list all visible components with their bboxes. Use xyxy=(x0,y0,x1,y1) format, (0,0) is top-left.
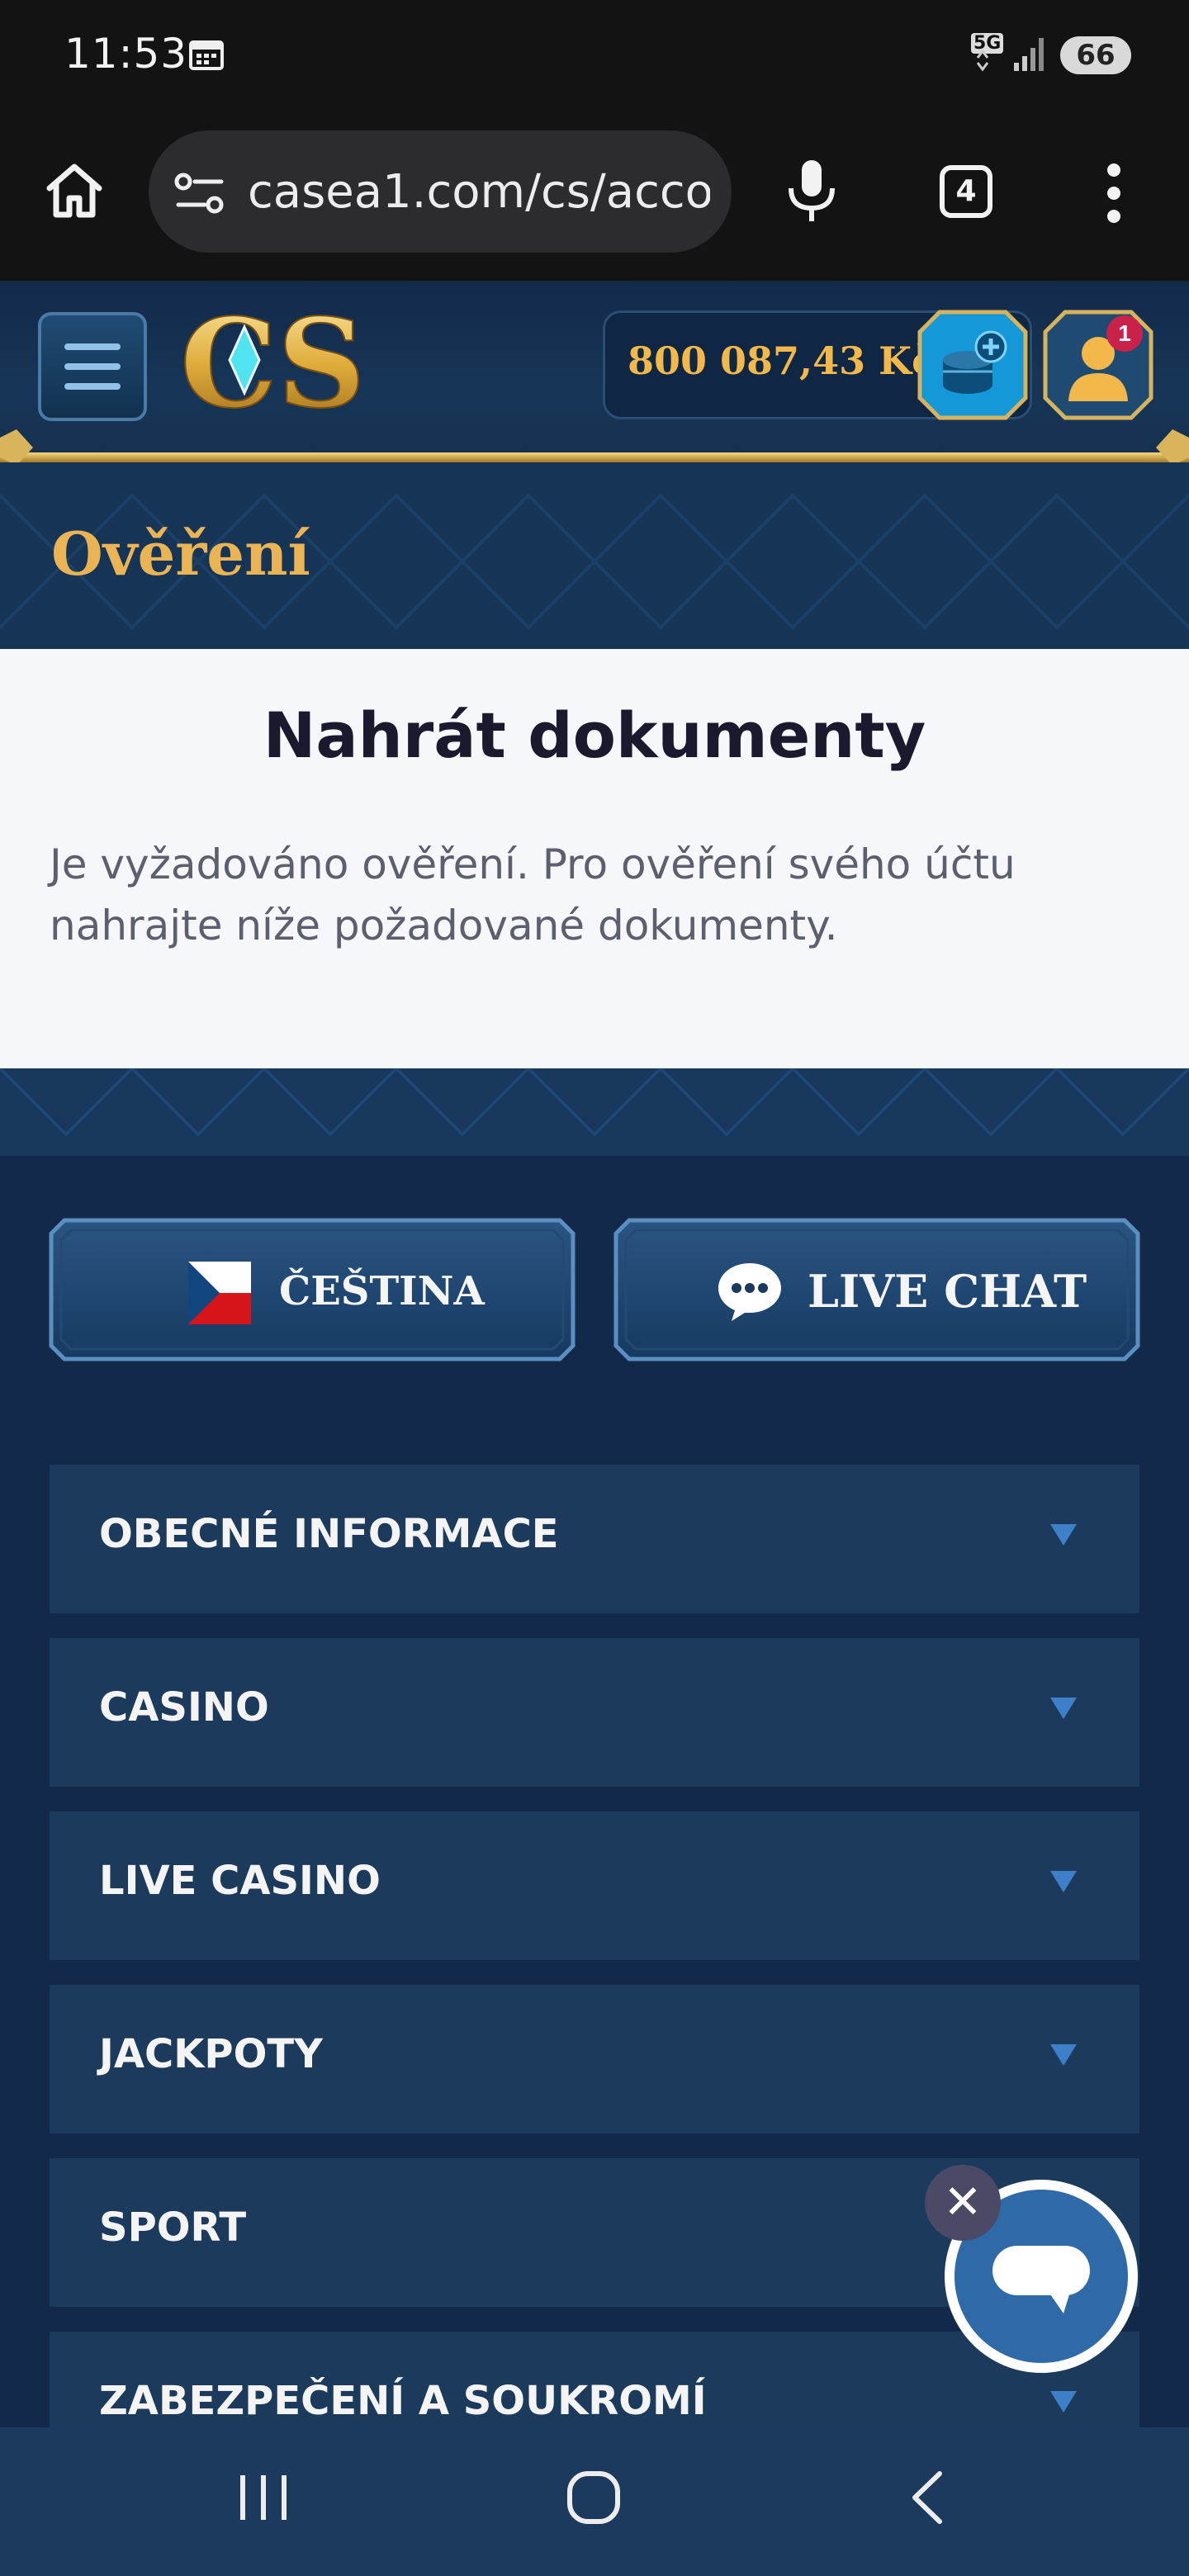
header-divider xyxy=(0,452,1189,462)
language-label[interactable]: ČEŠTINA xyxy=(279,1268,485,1314)
caret-down-icon[interactable] xyxy=(1050,2044,1077,2066)
site-settings-icon[interactable] xyxy=(173,170,226,216)
status-time: 11:53 xyxy=(64,30,188,78)
more-icon[interactable] xyxy=(1101,162,1126,225)
caret-down-icon[interactable] xyxy=(1050,1524,1077,1546)
logo[interactable]: CS xyxy=(180,302,395,426)
caret-down-icon[interactable] xyxy=(1050,2391,1077,2413)
accordion-label[interactable]: CASINO xyxy=(99,1684,269,1731)
header-ornament-right xyxy=(1156,429,1189,466)
url-text[interactable]: casea1.com/cs/accou xyxy=(248,165,710,223)
pattern-band xyxy=(0,1068,1189,1156)
tab-switcher-button[interactable]: 4 xyxy=(940,165,992,218)
accordion-item-live-casino[interactable]: LIVE CASINO xyxy=(50,1811,1139,1960)
czech-flag-icon xyxy=(188,1262,251,1324)
accordion-label[interactable]: SPORT xyxy=(99,2204,246,2251)
chat-widget-icon[interactable] xyxy=(988,2239,1095,2322)
back-icon[interactable] xyxy=(907,2469,948,2526)
accordion-label[interactable]: ZABEZPEČENÍ A SOUKROMÍ xyxy=(99,2378,707,2424)
deposit-coins-icon[interactable] xyxy=(917,309,1029,421)
notification-badge[interactable]: 1 xyxy=(1106,315,1143,352)
pattern-background xyxy=(0,1068,1189,1137)
home-nav-icon[interactable] xyxy=(565,2469,623,2526)
calendar-icon xyxy=(189,40,224,70)
close-chat-widget-button[interactable]: ✕ xyxy=(925,2165,1001,2241)
recent-apps-icon[interactable] xyxy=(234,2469,292,2526)
live-chat-button[interactable]: LIVE CHAT xyxy=(613,1217,1141,1362)
accordion-label[interactable]: OBECNÉ INFORMACE xyxy=(99,1511,559,1557)
accordion-item-jackpots[interactable]: JACKPOTY xyxy=(50,1985,1139,2133)
menu-button[interactable] xyxy=(38,312,147,421)
page-title: Ověření xyxy=(51,519,310,589)
live-chat-label[interactable]: LIVE CHAT xyxy=(808,1265,1087,1318)
header-ornament-left xyxy=(0,429,33,466)
home-icon[interactable] xyxy=(41,157,107,223)
accordion-label[interactable]: LIVE CASINO xyxy=(99,1858,381,1904)
accordion-item-general-info[interactable]: OBECNÉ INFORMACE xyxy=(50,1465,1139,1613)
logo-text: CS xyxy=(180,302,366,426)
battery-indicator: 66 xyxy=(1060,36,1131,74)
caret-down-icon[interactable] xyxy=(1050,1871,1077,1892)
mic-icon[interactable] xyxy=(784,157,839,225)
balance-amount[interactable]: 800 087,43 Kč xyxy=(628,339,935,383)
accordion-label[interactable]: JACKPOTY xyxy=(99,2031,323,2077)
card-title: Nahrát dokumenty xyxy=(263,698,926,772)
chat-bubble-icon xyxy=(718,1263,781,1321)
language-button[interactable]: ČEŠTINA xyxy=(48,1217,576,1362)
caret-down-icon[interactable] xyxy=(1050,1698,1077,1719)
card-description: Je vyžadováno ověření. Pro ověření svého… xyxy=(50,841,1016,949)
accordion-item-casino[interactable]: CASINO xyxy=(50,1638,1139,1787)
